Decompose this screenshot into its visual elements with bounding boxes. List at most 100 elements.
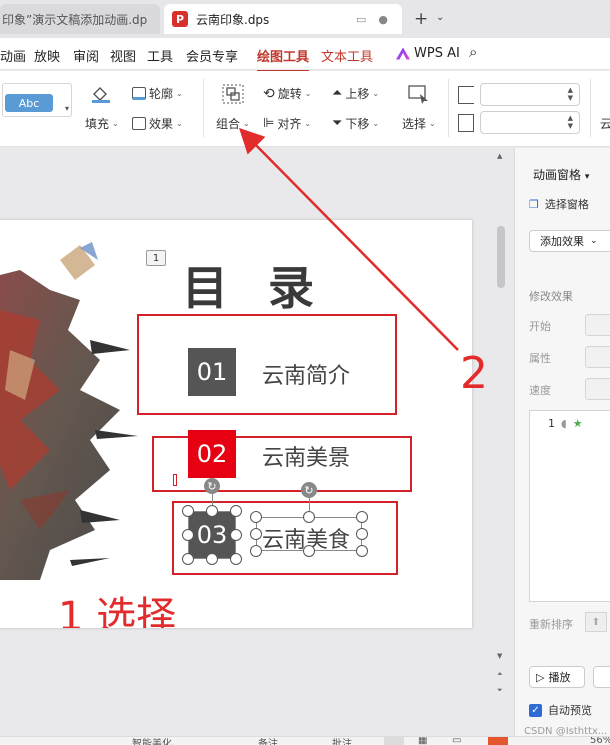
item-number-box[interactable]: 02 (188, 430, 236, 478)
selection-pane-button[interactable]: ❐ 选择窗格 (529, 196, 589, 212)
monitor-icon[interactable]: ▭ (356, 13, 366, 26)
resize-handle[interactable] (356, 528, 368, 540)
menu-animation[interactable]: 动画 (0, 46, 26, 65)
search-icon[interactable]: ⌕ (469, 43, 477, 61)
resize-handle[interactable] (303, 545, 315, 557)
status-bar: 智能美化 备注 批注 ▦ ▭ 56% (0, 736, 610, 745)
reading-view-icon[interactable]: ▭ (452, 737, 461, 745)
resize-handle[interactable] (250, 511, 262, 523)
vertical-scrollbar-thumb[interactable] (497, 226, 505, 288)
ribbon-separator (590, 79, 591, 137)
shape-style-gallery[interactable]: Abc ▾ (2, 83, 72, 117)
outline-icon (132, 87, 146, 100)
height-input[interactable]: ▲ ▼ (480, 83, 580, 106)
item-label[interactable]: 云南简介 (262, 358, 350, 390)
menu-review[interactable]: 审阅 (73, 46, 99, 65)
resize-handle[interactable] (356, 545, 368, 557)
animation-pane-title[interactable]: 动画窗格 ▾ (533, 166, 589, 183)
selection-icon[interactable] (408, 84, 430, 104)
width-input[interactable]: ▲ ▼ (480, 111, 580, 134)
spinner-icon[interactable]: ▲ ▼ (568, 86, 573, 102)
item-label[interactable]: 云南美景 (262, 440, 350, 472)
effect-button[interactable]: 效果 ⌄ (132, 115, 183, 132)
checkbox-checked-icon[interactable]: ✓ (529, 703, 542, 717)
scroll-down-icon[interactable]: ▼ (497, 652, 502, 660)
spinner-icon[interactable]: ▲ ▼ (568, 114, 573, 130)
align-button[interactable]: ⊫ 对齐 ⌄ (263, 115, 311, 132)
resize-handle[interactable] (250, 528, 262, 540)
resize-handle[interactable] (250, 545, 262, 557)
select-button[interactable]: 选择 ⌄ (402, 115, 436, 132)
slideshow-icon[interactable] (488, 737, 508, 745)
fill-color-icon[interactable] (90, 85, 112, 103)
rotate-handle-icon[interactable]: ↻ (204, 478, 220, 494)
group-icon[interactable] (222, 84, 244, 104)
chevron-down-icon[interactable]: ⌄ (436, 12, 444, 23)
star-icon: ★ (572, 417, 583, 430)
scroll-next-page-icon[interactable]: ⏷ (497, 686, 503, 695)
scroll-prev-page-icon[interactable]: ⏶ (497, 670, 503, 679)
resize-handle[interactable] (182, 529, 194, 541)
new-tab-button[interactable]: + (414, 9, 428, 29)
play-button[interactable]: ▷ 播放 (529, 666, 585, 688)
send-backward-button[interactable]: ⏷ 下移 ⌄ (332, 115, 379, 132)
resize-handle[interactable] (230, 553, 242, 565)
zoom-level[interactable]: 56% (590, 737, 610, 745)
slide-sorter-icon[interactable]: ▦ (418, 737, 427, 745)
outline-button[interactable]: 轮廓 ⌄ (132, 85, 183, 102)
property-label: 属性 (529, 352, 551, 365)
start-select[interactable] (585, 314, 610, 336)
resize-handle[interactable] (182, 505, 194, 517)
animation-list-item[interactable]: 1 ◖ ★ (548, 417, 583, 430)
ink-splash-image[interactable] (0, 240, 140, 580)
slide-title[interactable]: 目录 (182, 252, 354, 318)
ribbon-partial-label: 云 (600, 117, 610, 131)
add-effect-button[interactable]: 添加效果 ⌄ (529, 230, 610, 252)
tab-presentation-animation[interactable]: 印象”演示文稿添加动画.dp (0, 4, 160, 34)
menu-wps-ai[interactable]: WPS AI (396, 46, 460, 61)
rotate-handle-stem (212, 494, 213, 505)
resize-handle[interactable] (356, 511, 368, 523)
menu-drawing-tools[interactable]: 绘图工具 (257, 46, 310, 72)
play-icon: ▷ (536, 670, 545, 684)
comment-button[interactable]: 批注 (332, 737, 352, 745)
notes-button[interactable]: 备注 (258, 737, 278, 745)
beautify-button[interactable]: 智能美化 (132, 737, 172, 745)
normal-view-icon[interactable] (384, 737, 404, 745)
slide[interactable]: 1 目录 01 云南简介 02 云南美景 03 云南美食 ↻ ↻ 1 选择 (0, 220, 472, 628)
dropdown-icon[interactable]: ▾ (65, 104, 69, 113)
group-button[interactable]: 组合 ⌄ (216, 115, 250, 132)
tab-yunnan-impression[interactable]: P 云南印象.dps ▭ ● (164, 4, 402, 34)
slide-number-badge: 1 (146, 250, 166, 266)
rotate-handle-icon[interactable]: ↻ (301, 482, 317, 498)
speed-select[interactable] (585, 378, 610, 400)
editing-canvas[interactable]: 1 目录 01 云南简介 02 云南美景 03 云南美食 ↻ ↻ 1 选择 ▲ … (0, 148, 510, 736)
resize-handle[interactable] (230, 529, 242, 541)
height-icon (458, 86, 474, 104)
menu-tools[interactable]: 工具 (147, 46, 173, 65)
animation-list[interactable]: 1 ◖ ★ (529, 410, 610, 602)
dot-icon[interactable]: ● (378, 13, 388, 26)
property-select[interactable] (585, 346, 610, 368)
item-number-box[interactable]: 01 (188, 348, 236, 396)
menu-text-tools[interactable]: 文本工具 (321, 46, 373, 65)
auto-preview-toggle[interactable]: ✓ 自动预览 (529, 702, 592, 718)
start-label: 开始 (529, 320, 551, 333)
fill-button[interactable]: 填充 ⌄ (85, 115, 119, 132)
reorder-label: 重新排序 (529, 618, 573, 631)
scroll-up-icon[interactable]: ▲ (497, 152, 502, 160)
resize-handle[interactable] (206, 505, 218, 517)
resize-handle[interactable] (206, 553, 218, 565)
resize-handle[interactable] (303, 511, 315, 523)
rotate-button[interactable]: ⟲ 旋转 ⌄ (263, 85, 311, 102)
resize-handle[interactable] (182, 553, 194, 565)
stop-button[interactable] (593, 666, 610, 688)
menu-member[interactable]: 会员专享 (186, 46, 238, 65)
resize-handle[interactable] (230, 505, 242, 517)
rotate-icon: ⟲ (263, 85, 275, 102)
style-sample[interactable]: Abc (5, 94, 53, 112)
menu-view[interactable]: 视图 (110, 46, 136, 65)
move-up-button[interactable]: ⬆ (585, 612, 607, 632)
bring-forward-button[interactable]: ⏶ 上移 ⌄ (332, 85, 379, 102)
menu-slideshow[interactable]: 放映 (34, 46, 60, 65)
